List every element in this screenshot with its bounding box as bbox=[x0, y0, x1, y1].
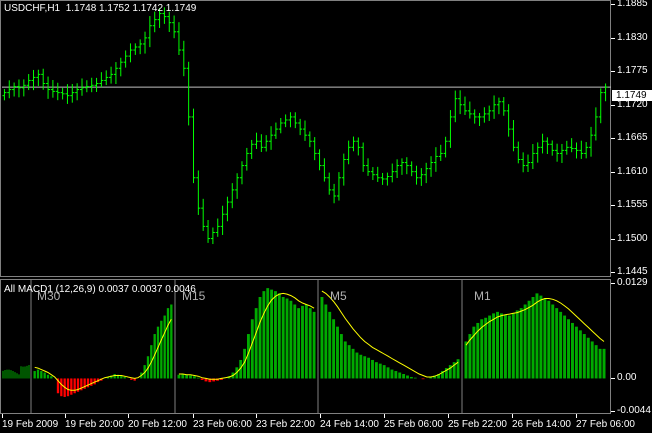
symbol-label: USDCHF,H1 bbox=[4, 3, 61, 14]
time-axis-tick-label: 25 Feb 06:00 bbox=[384, 419, 443, 430]
time-axis-tick-label: 19 Feb 2009 bbox=[2, 419, 59, 430]
time-axis-tick-label: 19 Feb 20:00 bbox=[65, 419, 124, 430]
time-axis-tick bbox=[2, 414, 3, 418]
time-axis-tick bbox=[512, 414, 513, 418]
time-axis-tick-label: 24 Feb 14:00 bbox=[320, 419, 379, 430]
price-axis-tick bbox=[611, 37, 615, 39]
time-axis-tick bbox=[320, 414, 321, 418]
price-axis-tick-label: 1.1445 bbox=[617, 266, 648, 277]
time-axis-tick bbox=[576, 414, 577, 418]
time-axis-tick bbox=[256, 414, 257, 418]
price-axis-tick bbox=[611, 4, 615, 6]
indicator-header: All MACD1 (12,26,9) 0.0037 0.0037 0.0046 bbox=[4, 284, 196, 295]
price-axis-tick-label: 1.1885 bbox=[617, 0, 648, 10]
price-axis-tick-label: 1.1665 bbox=[617, 132, 648, 144]
macd-axis-tick bbox=[611, 283, 615, 284]
price-axis-tick bbox=[611, 205, 615, 207]
macd-axis-tick bbox=[611, 411, 615, 412]
timeframe-label-m30: M30 bbox=[37, 289, 61, 303]
time-axis-tick bbox=[128, 414, 129, 418]
price-axis-tick bbox=[611, 104, 615, 106]
time-axis-tick-label: 25 Feb 22:00 bbox=[448, 419, 507, 430]
price-axis-tick bbox=[611, 71, 615, 73]
time-axis-tick bbox=[384, 414, 385, 418]
time-axis-tick bbox=[193, 414, 194, 418]
macd-axis-tick-label: 0.0129 bbox=[617, 277, 648, 288]
timeframe-label-m5: M5 bbox=[330, 289, 347, 303]
time-axis-tick bbox=[65, 414, 66, 418]
price-axis-tick bbox=[611, 138, 615, 140]
time-axis-tick-label: 20 Feb 12:00 bbox=[128, 419, 187, 430]
price-axis-tick-label: 1.1610 bbox=[617, 165, 648, 177]
price-axis-tick-label: 1.1830 bbox=[617, 31, 648, 43]
price-axis-tick-label: 1.1555 bbox=[617, 199, 648, 211]
chart-header: USDCHF,H1 1.1748 1.1752 1.1742 1.1749 bbox=[4, 3, 196, 14]
ohlc-values: 1.1748 1.1752 1.1742 1.1749 bbox=[65, 3, 197, 14]
price-axis-tick bbox=[611, 171, 615, 173]
price-axis-tick bbox=[611, 238, 615, 240]
price-axis-tick-label: 1.1775 bbox=[617, 65, 648, 77]
macd-axis-tick bbox=[611, 378, 615, 380]
time-axis-tick-label: 27 Feb 06:00 bbox=[576, 419, 635, 430]
time-axis-tick bbox=[448, 414, 449, 418]
chart-canvas bbox=[2, 7, 611, 413]
time-axis-tick-label: 26 Feb 14:00 bbox=[512, 419, 571, 430]
timeframe-label-m15: M15 bbox=[182, 289, 206, 303]
price-axis-tick bbox=[611, 272, 615, 273]
macd-axis-tick-label: 0.00 bbox=[617, 372, 637, 384]
time-axis-tick-label: 23 Feb 06:00 bbox=[193, 419, 252, 430]
macd-axis-tick-label: -0.0044 bbox=[617, 405, 651, 416]
price-axis-tick-label: 1.1500 bbox=[617, 232, 648, 244]
current-price-tag: 1.1749 bbox=[612, 90, 652, 101]
time-axis-tick-label: 23 Feb 22:00 bbox=[256, 419, 315, 430]
timeframe-label-m1: M1 bbox=[474, 289, 491, 303]
